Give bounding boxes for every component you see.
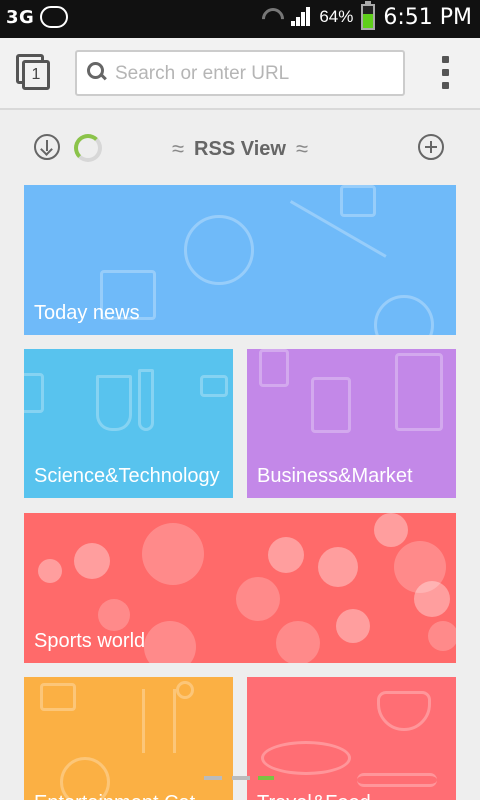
monitor-illustration (24, 373, 44, 413)
rss-title: RSS View (194, 137, 286, 160)
test-tube-illustration (138, 369, 154, 431)
tile-label: Entertainment Cat... (34, 792, 212, 800)
tile-science-technology[interactable]: Science&Technology (24, 349, 233, 498)
tabs-button[interactable]: 1 (16, 54, 52, 90)
battery-icon (361, 1, 376, 30)
browser-toolbar: 1 (0, 38, 480, 110)
tab-count: 1 (22, 60, 50, 90)
sun-illustration (374, 295, 434, 335)
tile-label: Sports world (34, 630, 146, 652)
basketball-icon (428, 621, 456, 651)
ball-icon (268, 537, 304, 573)
search-input[interactable] (115, 60, 395, 88)
tile-today-news[interactable]: Today news (24, 185, 456, 335)
document-illustration (340, 185, 376, 217)
page-indicator-2 (232, 776, 250, 780)
notepad-illustration (311, 377, 351, 433)
status-bar: 3G 64% 6:51 PM (0, 0, 480, 38)
search-icon (87, 62, 107, 82)
download-icon[interactable] (34, 134, 60, 160)
tile-label: Today news (34, 302, 140, 324)
tripod-illustration (142, 689, 176, 753)
person-illustration (176, 681, 194, 699)
basketball-icon (276, 621, 320, 663)
tile-label: Science&Technology (34, 465, 220, 487)
camera-illustration (184, 215, 254, 285)
network-type: 3G (6, 6, 35, 28)
airplane-illustration (357, 773, 437, 787)
loading-spinner-icon[interactable] (74, 134, 102, 162)
tile-entertainment[interactable]: Entertainment Cat... (24, 677, 233, 800)
tile-business-market[interactable]: Business&Market (247, 349, 456, 498)
wave-right-icon: ≈ (295, 136, 309, 161)
basketball-icon (98, 599, 130, 631)
battery-percent: 64% (319, 7, 354, 26)
tile-travel-food[interactable]: Travel&Food (247, 677, 456, 800)
ball-icon (318, 547, 358, 587)
search-bar[interactable] (75, 50, 405, 96)
basketball-icon (236, 577, 280, 621)
signal-icon (289, 6, 311, 28)
status-bar-left: 3G (6, 6, 69, 28)
add-icon[interactable] (418, 134, 444, 160)
calculator-illustration (395, 353, 443, 431)
wifi-icon (259, 6, 281, 28)
clock: 6:51 PM (383, 4, 472, 30)
notification-cloud-icon (40, 6, 69, 28)
ball-icon (414, 581, 450, 617)
building-illustration (259, 349, 289, 387)
camera-illustration (40, 683, 76, 711)
plate-illustration (261, 741, 351, 775)
ball-icon (38, 559, 62, 583)
tile-label: Travel&Food (257, 792, 371, 800)
wave-left-icon: ≈ (171, 136, 185, 161)
ball-icon (144, 621, 196, 663)
rss-header: ≈ RSS View ≈ (0, 110, 480, 182)
battery-fill (363, 13, 374, 28)
page-indicator-1 (204, 776, 222, 780)
bowl-illustration (377, 691, 431, 731)
ball-icon (336, 609, 370, 643)
page-indicator-active (258, 776, 274, 780)
ball-icon (74, 543, 110, 579)
tile-sports-world[interactable]: Sports world (24, 513, 456, 663)
tile-label: Business&Market (257, 465, 413, 487)
basketball-icon (142, 523, 204, 585)
ball-icon (374, 513, 408, 547)
overflow-menu-icon (442, 56, 449, 63)
status-bar-right: 64% 6:51 PM (259, 1, 472, 30)
rss-title-group: ≈ RSS View ≈ (140, 134, 340, 164)
overflow-menu-button[interactable] (436, 56, 456, 90)
flask-illustration (96, 375, 132, 431)
screen-illustration (200, 375, 228, 397)
